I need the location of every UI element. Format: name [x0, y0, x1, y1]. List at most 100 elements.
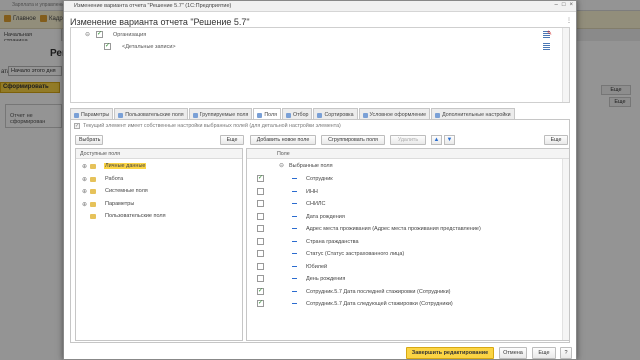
dialog-heading: Изменение варианта отчета "Решение 5.7" [70, 17, 250, 27]
field-icon [292, 178, 297, 179]
checkbox[interactable]: ✓ [257, 175, 264, 182]
fields-tab-icon [257, 112, 263, 118]
maximize-icon[interactable]: □ [562, 2, 566, 8]
selected-field-row[interactable]: ИНН [247, 186, 571, 198]
expand-icon[interactable]: ⊕ [82, 176, 87, 183]
selected-field-label: Статус (Статус застрахованного лица) [306, 251, 405, 257]
selected-field-row[interactable]: День рождения [247, 273, 571, 285]
report-settings-dialog: Изменение варианта отчета "Решение 5.7" … [63, 0, 577, 360]
tab-sort[interactable]: Сортировка [313, 108, 358, 119]
minimize-icon[interactable]: – [555, 2, 558, 8]
selected-field-row[interactable]: Дата рождения [247, 211, 571, 223]
field-icon [292, 203, 297, 204]
selected-field-label: Адрес места проживания (Адрес места прож… [306, 226, 481, 232]
more-button-right[interactable]: Еще [544, 135, 568, 145]
selected-field-label: Сотрудник [306, 176, 333, 182]
available-field-row[interactable]: Пользовательские поля [76, 211, 242, 222]
expand-icon[interactable]: ⊖ [85, 31, 90, 38]
selected-field-row[interactable]: ✓ Сотрудник.5.7 Дата следующей стажировки… [247, 298, 571, 310]
own-settings-line[interactable]: ✓ Текущий элемент имеет собственные наст… [74, 123, 341, 129]
selected-fields-scrollbar[interactable] [562, 159, 569, 340]
checkbox[interactable] [257, 200, 264, 207]
selected-field-row[interactable]: Адрес места проживания (Адрес места прож… [247, 223, 571, 235]
tab-group-fields[interactable]: Группируемые поля [188, 108, 253, 119]
checkbox[interactable]: ✓ [257, 300, 264, 307]
available-field-label: Личные данные [104, 163, 147, 169]
selected-field-row[interactable]: Юбилей [247, 261, 571, 273]
selected-group-row[interactable]: ⊖ Выбранные поля [247, 160, 571, 172]
checkbox[interactable]: ✓ [104, 43, 111, 50]
checkbox[interactable] [257, 213, 264, 220]
tab-parameters[interactable]: Параметры [70, 108, 114, 119]
field-icon [292, 216, 297, 217]
selected-field-label: СНИЛС [306, 201, 326, 207]
selected-field-label: Сотрудник.5.7 Дата следующей стажировки … [306, 301, 453, 307]
own-settings-checkbox[interactable]: ✓ [74, 123, 80, 129]
selected-fields-header: Поле [247, 149, 569, 159]
sort-icon [317, 112, 323, 118]
expand-icon[interactable]: ⊕ [82, 163, 87, 170]
cancel-button[interactable]: Отмена [499, 347, 527, 359]
expand-icon[interactable]: ⊕ [82, 201, 87, 208]
checkbox[interactable] [257, 225, 264, 232]
structure-scrollbar[interactable] [562, 28, 569, 102]
expand-icon[interactable]: ⊕ [82, 188, 87, 195]
move-down-icon[interactable]: ▼ [444, 135, 455, 145]
selected-field-row[interactable]: ✓ Сотрудник [247, 173, 571, 185]
close-icon[interactable]: × [569, 2, 573, 8]
selected-field-label: ИНН [306, 189, 318, 195]
delete-button[interactable]: Удалить [390, 135, 426, 145]
available-field-label: Параметры [105, 201, 135, 207]
add-new-field-button[interactable]: Добавить новое поле [250, 135, 316, 145]
selected-field-row[interactable]: СНИЛС [247, 198, 571, 210]
settings-tabs: Параметры Пользовательские поля Группиру… [70, 108, 590, 119]
select-button[interactable]: Выбрать [75, 135, 103, 145]
tab-fields[interactable]: Поля [253, 108, 281, 119]
move-up-icon[interactable]: ▲ [431, 135, 442, 145]
checkbox[interactable] [257, 263, 264, 270]
checkbox[interactable] [257, 238, 264, 245]
additional-settings-icon [435, 112, 441, 118]
custom-fields-icon [118, 112, 124, 118]
group-fields-button[interactable]: Сгруппировать поля [321, 135, 385, 145]
field-icon [292, 228, 297, 229]
folder-icon [90, 214, 96, 219]
finish-editing-button[interactable]: Завершить редактирование [406, 347, 494, 359]
available-field-row[interactable]: ⊕ Параметры [76, 199, 242, 210]
checkbox[interactable] [257, 188, 264, 195]
more-vert-icon[interactable]: ⋮ [566, 17, 572, 24]
selected-field-row[interactable]: Страна гражданства [247, 236, 571, 248]
tab-filter[interactable]: Отбор [281, 108, 313, 119]
available-field-label: Работа [105, 176, 124, 182]
help-button[interactable]: ? [560, 347, 572, 359]
checkbox[interactable] [257, 250, 264, 257]
available-field-row[interactable]: ⊕ Работа [76, 174, 242, 185]
collapse-icon[interactable]: ⊖ [279, 162, 284, 169]
selected-group-label: Выбранные поля [289, 163, 333, 169]
tab-custom-fields[interactable]: Пользовательские поля [114, 108, 188, 119]
fields-icon[interactable] [543, 43, 550, 50]
field-icon [292, 253, 297, 254]
checkbox[interactable]: ✓ [257, 288, 264, 295]
more-button-left[interactable]: Еще [220, 135, 244, 145]
available-fields-header: Доступные поля [76, 149, 242, 159]
selected-field-label: Дата рождения [306, 214, 345, 220]
dialog-titlebar: Изменение варианта отчета "Решение 5.7" … [64, 1, 576, 12]
checkbox[interactable]: ✓ [96, 31, 103, 38]
group-fields-icon [192, 112, 198, 118]
window-controls: – □ × [555, 2, 573, 8]
selected-field-label: Страна гражданства [306, 239, 359, 245]
available-field-row[interactable]: ⊕ Системные поля [76, 186, 242, 197]
more-button-footer[interactable]: Еще [532, 347, 556, 359]
selected-field-label: День рождения [306, 276, 346, 282]
tab-additional-settings[interactable]: Дополнительные настройки [431, 108, 515, 119]
selected-field-row[interactable]: ✓ Сотрудник.5.7 Дата последней стажировки… [247, 286, 571, 298]
selected-field-row[interactable]: Статус (Статус застрахованного лица) [247, 248, 571, 260]
available-field-row[interactable]: ⊕ Личные данные [76, 161, 242, 172]
structure-row[interactable]: ✓ <Детальные записи> [71, 41, 569, 53]
checkbox[interactable] [257, 275, 264, 282]
conditional-format-icon [362, 112, 368, 118]
tab-conditional-format[interactable]: Условное оформление [358, 108, 431, 119]
edit-icon[interactable]: ✎ [547, 30, 552, 37]
structure-row[interactable]: ⊖ ✓ Организация ✎ [71, 29, 569, 41]
